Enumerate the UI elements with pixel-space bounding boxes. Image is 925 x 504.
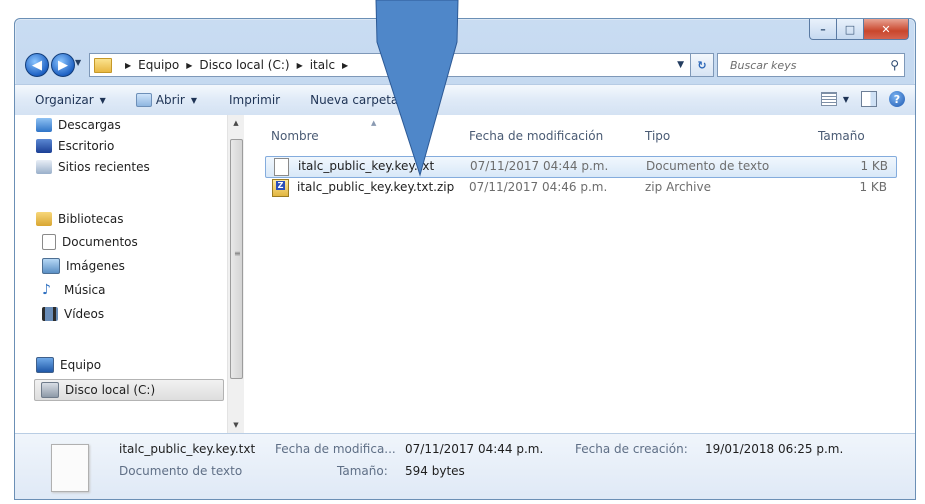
details-pane: italc_public_key.key.txt Documento de te…: [15, 433, 915, 499]
back-button[interactable]: ◀: [25, 53, 49, 77]
search-input[interactable]: [728, 57, 882, 73]
pictures-icon: [42, 258, 60, 274]
breadcrumb-separator-icon: ▶: [296, 60, 303, 70]
refresh-icon: ↻: [697, 58, 707, 72]
refresh-button[interactable]: ↻: [691, 53, 714, 77]
details-size-label: Tamaño:: [337, 464, 388, 478]
nav-item-local-disk[interactable]: Disco local (C:): [34, 379, 224, 401]
breadcrumb-separator-icon: ▶: [342, 60, 349, 70]
content-area: Descargas Escritorio Sitios recientes Bi…: [15, 115, 915, 433]
nav-item-libraries[interactable]: Bibliotecas: [36, 209, 123, 229]
breadcrumb-separator-icon: ▶: [125, 60, 132, 70]
text-file-large-icon: [51, 444, 89, 492]
column-header-size[interactable]: Tamaño: [818, 129, 865, 143]
zip-file-icon: Z: [272, 179, 289, 197]
music-icon: ♪: [42, 282, 51, 298]
file-date: 07/11/2017 04:46 p.m.: [469, 180, 608, 194]
command-bar: Organizar ▼ Abrir ▼ Imprimir Nueva carpeta…: [15, 84, 915, 116]
back-arrow-icon: ◀: [32, 57, 42, 73]
nav-item-downloads[interactable]: Descargas: [36, 115, 121, 135]
nav-scrollbar[interactable]: ▲ ≡ ▼: [227, 115, 244, 433]
documents-icon: [42, 234, 56, 250]
nav-item-pictures[interactable]: Imágenes: [42, 256, 125, 276]
navigation-pane: Descargas Escritorio Sitios recientes Bi…: [15, 115, 244, 433]
local-disk-icon: [41, 382, 59, 398]
file-name: italc_public_key.key.txt: [298, 159, 435, 173]
print-button[interactable]: Imprimir: [225, 93, 284, 107]
nav-item-desktop[interactable]: Escritorio: [36, 136, 114, 156]
details-created-value: 19/01/2018 06:25 p.m.: [705, 442, 844, 456]
caption-buttons: – □ ✕: [809, 19, 909, 40]
recent-pages-dropdown[interactable]: ▼: [75, 58, 81, 67]
column-header-type[interactable]: Tipo: [645, 129, 670, 143]
file-list: Nombre ▲ Fecha de modificación Tipo Tama…: [249, 115, 909, 433]
nav-item-documents[interactable]: Documentos: [42, 232, 138, 252]
chevron-down-icon: ▼: [99, 95, 106, 105]
address-row: ◀ ▶ ▼ ▶ Equipo ▶ Disco local (C:) ▶ italc ▶…: [15, 49, 915, 81]
file-row[interactable]: italc_public_key.key.txt 07/11/2017 04:4…: [265, 156, 897, 178]
nav-item-videos[interactable]: Vídeos: [42, 304, 104, 324]
details-modified-label: Fecha de modifica...: [275, 442, 396, 456]
details-file-name: italc_public_key.key.txt: [119, 442, 256, 456]
breadcrumb-item[interactable]: ▶ Disco local (C:): [179, 58, 289, 72]
computer-icon: [36, 357, 54, 373]
chevron-down-icon[interactable]: ▼: [843, 95, 849, 104]
breadcrumb-item[interactable]: ▶ Equipo: [118, 58, 179, 72]
videos-icon: [42, 307, 58, 321]
details-size-value: 594 bytes: [405, 464, 465, 478]
nav-item-computer[interactable]: Equipo: [36, 355, 101, 375]
column-header-date[interactable]: Fecha de modificación: [469, 129, 603, 143]
column-header-name[interactable]: Nombre: [271, 129, 319, 143]
scrollbar-thumb[interactable]: ≡: [230, 139, 243, 379]
grip-icon: ≡: [234, 249, 241, 258]
help-icon[interactable]: ?: [889, 91, 905, 107]
breadcrumb-item[interactable]: ▶ italc: [290, 58, 335, 72]
address-bar[interactable]: ▶ Equipo ▶ Disco local (C:) ▶ italc ▶ ▼: [89, 53, 691, 77]
new-folder-button[interactable]: Nueva carpeta: [306, 93, 402, 107]
details-created-label: Fecha de creación:: [575, 442, 688, 456]
forward-button[interactable]: ▶: [51, 53, 75, 77]
file-size: 1 KB: [859, 180, 887, 194]
toolbar-right-group: ▼ ?: [820, 91, 905, 107]
desktop-icon: [36, 139, 52, 153]
scroll-up-icon[interactable]: ▲: [228, 115, 244, 131]
file-date: 07/11/2017 04:44 p.m.: [470, 159, 609, 173]
breadcrumb-separator-icon: ▶: [186, 60, 193, 70]
change-view-icon[interactable]: [820, 92, 837, 106]
recent-places-icon: [36, 160, 52, 174]
chevron-down-icon: ▼: [190, 95, 198, 105]
close-button[interactable]: ✕: [864, 19, 909, 40]
address-dropdown-icon[interactable]: ▼: [677, 60, 684, 70]
downloads-icon: [36, 118, 52, 132]
preview-pane-icon[interactable]: [861, 91, 877, 107]
open-button[interactable]: Abrir ▼: [132, 93, 201, 107]
text-file-icon: [274, 158, 289, 176]
file-type: zip Archive: [645, 180, 711, 194]
sort-ascending-icon: ▲: [371, 119, 377, 127]
nav-item-recent-places[interactable]: Sitios recientes: [36, 157, 150, 177]
explorer-window: – □ ✕ ◀ ▶ ▼ ▶ Equipo ▶ Disco local (C:) ▶ i…: [14, 18, 916, 500]
search-box[interactable]: ⚲: [717, 53, 905, 77]
forward-arrow-icon: ▶: [58, 57, 68, 73]
libraries-icon: [36, 212, 52, 226]
notepad-icon: [135, 93, 152, 107]
file-size: 1 KB: [860, 159, 888, 173]
details-modified-value: 07/11/2017 04:44 p.m.: [405, 442, 544, 456]
folder-icon: [94, 57, 112, 73]
maximize-button[interactable]: □: [837, 19, 864, 40]
search-icon[interactable]: ⚲: [890, 58, 899, 72]
minimize-button[interactable]: –: [809, 19, 837, 40]
breadcrumb-item[interactable]: ▶: [335, 61, 355, 70]
nav-item-music[interactable]: ♪ Música: [42, 280, 106, 300]
file-type: Documento de texto: [646, 159, 770, 173]
scroll-down-icon[interactable]: ▼: [228, 417, 244, 433]
file-row[interactable]: Z italc_public_key.key.txt.zip 07/11/201…: [265, 178, 895, 198]
file-name: italc_public_key.key.txt.zip: [297, 180, 455, 194]
details-file-type: Documento de texto: [119, 464, 243, 478]
organize-button[interactable]: Organizar ▼: [31, 93, 110, 107]
